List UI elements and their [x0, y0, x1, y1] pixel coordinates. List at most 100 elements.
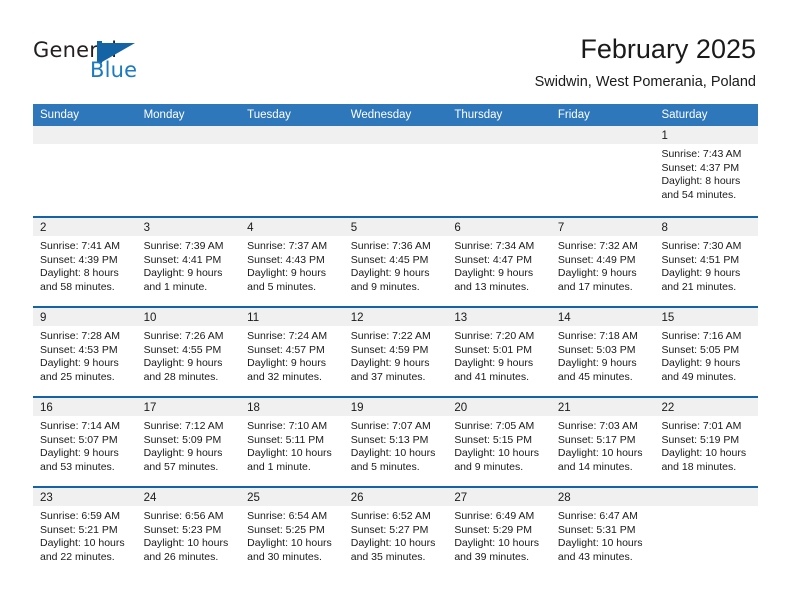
- calendar-day-cell[interactable]: 8 Sunrise: 7:30 AM Sunset: 4:51 PM Daylight…: [654, 218, 759, 306]
- sunset-text: Sunset: 5:09 PM: [143, 433, 222, 446]
- sunset-text: Sunset: 4:39 PM: [40, 253, 118, 266]
- day-info: Sunrise: 7:05 AM Sunset: 5:15 PM Daylight:…: [447, 416, 551, 474]
- daylight-text-line2: and 22 minutes.: [40, 550, 115, 563]
- day-number-strip: 2: [33, 218, 137, 236]
- calendar-day-cell[interactable]: 15 Sunrise: 7:16 AM Sunset: 5:05 PM Dayligh…: [654, 308, 759, 396]
- day-number-strip: 5: [343, 218, 448, 236]
- daylight-text-line1: Daylight: 9 hours: [454, 357, 534, 370]
- weekday-header-tuesday: Tuesday: [247, 109, 291, 121]
- day-info: Sunrise: 7:32 AM Sunset: 4:49 PM Daylight:…: [551, 236, 655, 294]
- calendar-day-cell[interactable]: 1 Sunrise: 7:43 AM Sunset: 4:37 PM Daylight…: [654, 126, 759, 216]
- calendar-day-cell[interactable]: 26 Sunrise: 6:52 AM Sunset: 5:27 PM Dayligh…: [343, 488, 448, 576]
- sunset-text: Sunset: 5:07 PM: [40, 433, 118, 446]
- day-number: 14: [557, 312, 571, 324]
- sunset-text: Sunset: 5:21 PM: [40, 523, 118, 536]
- calendar-day-cell[interactable]: 16 Sunrise: 7:14 AM Sunset: 5:07 PM Dayligh…: [33, 398, 137, 486]
- day-number-strip: 1: [654, 126, 759, 144]
- calendar-day-cell[interactable]: 3 Sunrise: 7:39 AM Sunset: 4:41 PM Daylight…: [136, 218, 241, 306]
- calendar-day-cell[interactable]: 9 Sunrise: 7:28 AM Sunset: 4:53 PM Daylight…: [33, 308, 137, 396]
- day-info: Sunrise: 7:10 AM Sunset: 5:11 PM Daylight:…: [240, 416, 344, 474]
- day-number: 27: [454, 492, 468, 504]
- calendar-grid: Sunday Monday Tuesday Wednesday Thursday…: [33, 104, 759, 576]
- calendar-day-cell[interactable]: 24 Sunrise: 6:56 AM Sunset: 5:23 PM Dayligh…: [136, 488, 241, 576]
- calendar-day-cell[interactable]: 13 Sunrise: 7:20 AM Sunset: 5:01 PM Dayligh…: [447, 308, 551, 396]
- calendar-day-cell[interactable]: 17 Sunrise: 7:12 AM Sunset: 5:09 PM Dayligh…: [136, 398, 241, 486]
- sunset-text: Sunset: 5:13 PM: [350, 433, 429, 446]
- day-number-strip: 26: [343, 488, 448, 506]
- sunrise-text: Sunrise: 7:24 AM: [247, 330, 328, 342]
- calendar-day-cell[interactable]: 20 Sunrise: 7:05 AM Sunset: 5:15 PM Dayligh…: [447, 398, 551, 486]
- daylight-text-line2: and 30 minutes.: [247, 550, 322, 563]
- calendar-day-cell[interactable]: 27 Sunrise: 6:49 AM Sunset: 5:29 PM Dayligh…: [447, 488, 551, 576]
- calendar-day-cell[interactable]: 28 Sunrise: 6:47 AM Sunset: 5:31 PM Dayligh…: [550, 488, 655, 576]
- title-block: February 2025 Swidwin, West Pomerania, P…: [535, 33, 756, 91]
- daylight-text-line2: and 57 minutes.: [143, 460, 219, 473]
- calendar-day-cell[interactable]: 21 Sunrise: 7:03 AM Sunset: 5:17 PM Dayligh…: [550, 398, 655, 486]
- sunrise-text: Sunrise: 6:49 AM: [454, 510, 535, 522]
- daylight-text-line1: Daylight: 9 hours: [350, 357, 430, 370]
- daylight-text-line2: and 1 minute.: [247, 460, 311, 473]
- day-info: Sunrise: 7:22 AM Sunset: 4:59 PM Daylight:…: [344, 326, 448, 384]
- calendar-day-cell[interactable]: 2 Sunrise: 7:41 AM Sunset: 4:39 PM Daylight…: [33, 218, 137, 306]
- daylight-text-line1: Daylight: 10 hours: [40, 537, 125, 550]
- day-number: 21: [557, 402, 571, 414]
- day-number: 13: [454, 312, 468, 324]
- calendar-day-cell[interactable]: 25 Sunrise: 6:54 AM Sunset: 5:25 PM Dayligh…: [240, 488, 344, 576]
- calendar-day-cell[interactable]: 19 Sunrise: 7:07 AM Sunset: 5:13 PM Dayligh…: [343, 398, 448, 486]
- calendar-day-cell[interactable]: 6 Sunrise: 7:34 AM Sunset: 4:47 PM Daylight…: [447, 218, 551, 306]
- day-number: 10: [143, 312, 157, 324]
- calendar-day-cell[interactable]: 11 Sunrise: 7:24 AM Sunset: 4:57 PM Dayligh…: [240, 308, 344, 396]
- day-number-strip: 9: [33, 308, 137, 326]
- day-number-strip: [447, 126, 551, 144]
- sunrise-text: Sunrise: 7:01 AM: [661, 420, 742, 432]
- day-info: Sunrise: 6:47 AM Sunset: 5:31 PM Daylight:…: [551, 506, 655, 564]
- day-number-strip: [33, 126, 137, 144]
- sunrise-text: Sunrise: 6:59 AM: [40, 510, 120, 522]
- day-info: Sunrise: 6:49 AM Sunset: 5:29 PM Daylight:…: [447, 506, 551, 564]
- daylight-text-line1: Daylight: 9 hours: [247, 267, 326, 280]
- calendar-day-cell[interactable]: 22 Sunrise: 7:01 AM Sunset: 5:19 PM Dayligh…: [654, 398, 759, 486]
- calendar-day-cell[interactable]: 12 Sunrise: 7:22 AM Sunset: 4:59 PM Dayligh…: [343, 308, 448, 396]
- sunrise-text: Sunrise: 7:36 AM: [350, 240, 431, 252]
- calendar-day-cell[interactable]: 18 Sunrise: 7:10 AM Sunset: 5:11 PM Dayligh…: [240, 398, 344, 486]
- day-number: 18: [247, 402, 260, 414]
- daylight-text-line2: and 43 minutes.: [557, 550, 633, 563]
- weekday-header-wednesday: Wednesday: [350, 109, 412, 121]
- day-number: 19: [350, 402, 364, 414]
- day-number-strip: 12: [343, 308, 448, 326]
- sunset-text: Sunset: 5:25 PM: [247, 523, 325, 536]
- calendar-weeks: 1 Sunrise: 7:43 AM Sunset: 4:37 PM Daylight…: [33, 126, 759, 576]
- day-info: Sunrise: 7:14 AM Sunset: 5:07 PM Daylight:…: [33, 416, 137, 474]
- calendar-week-row: 9 Sunrise: 7:28 AM Sunset: 4:53 PM Daylight…: [33, 306, 759, 396]
- day-number-strip: 3: [136, 218, 241, 236]
- calendar-day-cell[interactable]: 7 Sunrise: 7:32 AM Sunset: 4:49 PM Daylight…: [550, 218, 655, 306]
- day-number-strip: 27: [447, 488, 551, 506]
- daylight-text-line1: Daylight: 10 hours: [247, 537, 332, 550]
- day-number-strip: 7: [550, 218, 655, 236]
- day-info: Sunrise: 7:16 AM Sunset: 5:05 PM Daylight:…: [654, 326, 758, 384]
- day-number: 17: [143, 402, 157, 414]
- day-number-strip: [343, 126, 448, 144]
- sunset-text: Sunset: 4:43 PM: [247, 253, 325, 266]
- generalblue-logo[interactable]: General Blue: [33, 38, 213, 84]
- calendar-day-cell[interactable]: 5 Sunrise: 7:36 AM Sunset: 4:45 PM Daylight…: [343, 218, 448, 306]
- daylight-text-line2: and 21 minutes.: [661, 280, 737, 293]
- calendar-day-cell[interactable]: 14 Sunrise: 7:18 AM Sunset: 5:03 PM Dayligh…: [550, 308, 655, 396]
- day-number: 5: [350, 222, 358, 234]
- calendar-day-cell[interactable]: 4 Sunrise: 7:37 AM Sunset: 4:43 PM Daylight…: [240, 218, 344, 306]
- day-number: 2: [40, 222, 47, 234]
- calendar-week-row: 23 Sunrise: 6:59 AM Sunset: 5:21 PM Dayligh…: [33, 486, 759, 576]
- day-number: 25: [247, 492, 260, 504]
- location-subtitle: Swidwin, West Pomerania, Poland: [534, 74, 756, 90]
- sunrise-text: Sunrise: 7:34 AM: [454, 240, 535, 252]
- sunset-text: Sunset: 4:59 PM: [350, 343, 429, 356]
- calendar-day-cell-empty: [343, 126, 448, 216]
- sunrise-text: Sunrise: 7:14 AM: [40, 420, 120, 432]
- calendar-day-cell[interactable]: 23 Sunrise: 6:59 AM Sunset: 5:21 PM Dayligh…: [33, 488, 137, 576]
- calendar-day-cell[interactable]: 10 Sunrise: 7:26 AM Sunset: 4:55 PM Dayligh…: [136, 308, 241, 396]
- day-info: Sunrise: 7:43 AM Sunset: 4:37 PM Daylight:…: [654, 144, 758, 202]
- day-info: Sunrise: 7:28 AM Sunset: 4:53 PM Daylight:…: [33, 326, 137, 384]
- daylight-text-line1: Daylight: 9 hours: [143, 447, 223, 460]
- day-info: Sunrise: 6:59 AM Sunset: 5:21 PM Daylight:…: [33, 506, 137, 564]
- weekday-header-saturday: Saturday: [661, 109, 708, 121]
